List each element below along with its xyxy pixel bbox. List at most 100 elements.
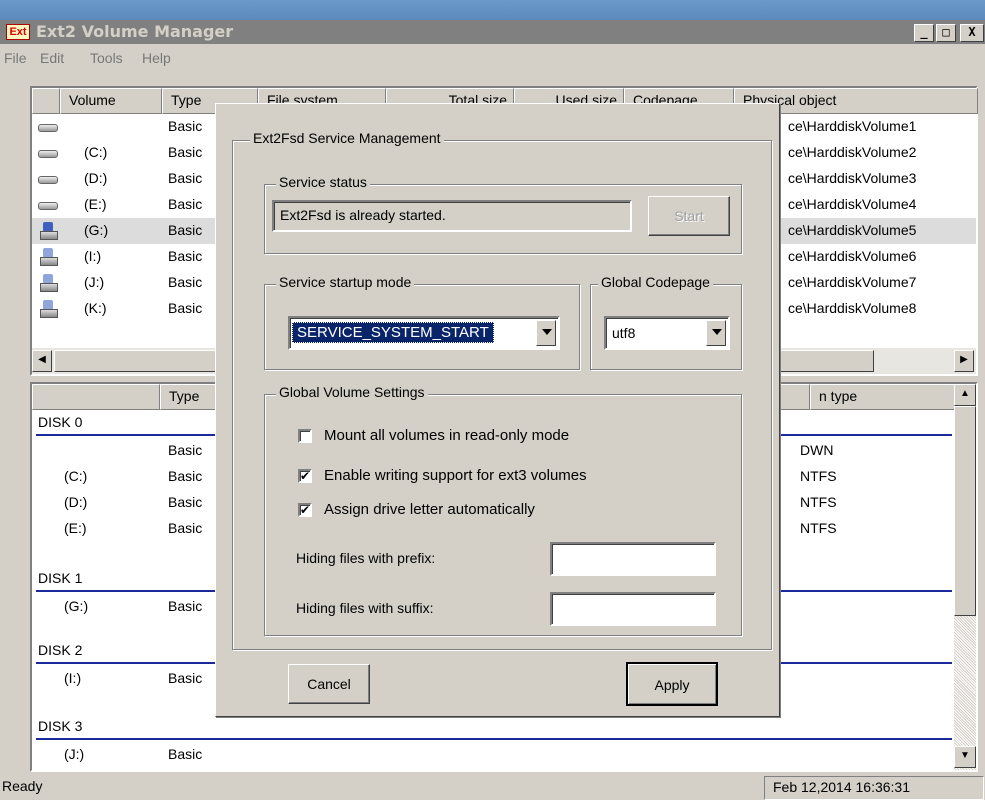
column-header-type[interactable]: Type [160, 384, 220, 410]
volume-name: (J:) [84, 274, 105, 290]
menu-edit[interactable]: Edit [40, 50, 64, 66]
volume-name: (C:) [84, 144, 108, 160]
column-header-partition-type[interactable]: n type [810, 384, 960, 410]
codepage-label: Global Codepage [598, 274, 713, 290]
vertical-scroll-thumb[interactable] [954, 406, 976, 616]
usb-disk-icon [40, 222, 58, 240]
volume-physical-object: ce\HarddiskVolume6 [788, 248, 917, 264]
maximize-button[interactable]: □ [936, 24, 956, 42]
menu-help[interactable]: Help [142, 50, 171, 66]
codepage-select[interactable]: utf8 [604, 316, 730, 350]
menu-file[interactable]: File [4, 50, 27, 66]
disk-2-label: DISK 2 [38, 642, 83, 658]
volume-type: Basic [168, 300, 203, 316]
partition-name: (C:) [64, 468, 88, 484]
readonly-label: Mount all volumes in read-only mode [324, 427, 570, 444]
usb-disk-icon [40, 300, 58, 318]
partition-fs: DWN [800, 442, 834, 458]
startup-mode-label: Service startup mode [276, 274, 415, 290]
partition-name: (I:) [64, 670, 82, 686]
ext3-write-checkbox[interactable]: ✔ [298, 469, 312, 483]
partition-type: Basic [168, 494, 203, 510]
readonly-checkbox[interactable] [298, 429, 312, 443]
start-button[interactable]: Start [648, 196, 730, 236]
hard-disk-icon [38, 147, 58, 158]
partition-name: (J:) [64, 746, 85, 762]
window-title: Ext2 Volume Manager [36, 22, 234, 41]
hard-disk-icon [38, 121, 58, 132]
startup-mode-select[interactable]: SERVICE_SYSTEM_START [288, 316, 560, 350]
volume-type: Basic [168, 118, 203, 134]
volume-name: (E:) [84, 196, 107, 212]
volume-physical-object: ce\HarddiskVolume8 [788, 300, 917, 316]
cancel-button[interactable]: Cancel [288, 664, 370, 704]
partition-type: Basic [168, 520, 203, 536]
codepage-value: utf8 [612, 325, 636, 341]
status-text: Ready [2, 778, 43, 794]
prefix-label: Hiding files with prefix: [296, 550, 436, 566]
volume-type: Basic [168, 170, 203, 186]
vertical-scrollbar[interactable]: ▲ ▼ [954, 384, 976, 770]
service-management-group-title: Ext2Fsd Service Management [250, 130, 444, 146]
partition-type: Basic [168, 598, 203, 614]
usb-disk-icon [40, 248, 58, 266]
volume-physical-object: ce\HarddiskVolume3 [788, 170, 917, 186]
scroll-up-arrow-icon[interactable]: ▲ [954, 384, 976, 406]
chevron-down-icon[interactable] [536, 320, 556, 346]
scroll-right-arrow-icon[interactable]: ▶ [954, 350, 974, 372]
scroll-left-arrow-icon[interactable]: ◀ [32, 350, 52, 372]
hard-disk-icon [38, 173, 58, 184]
volume-name: (K:) [84, 300, 107, 316]
status-datetime: Feb 12,2014 16:36:31 [764, 776, 984, 800]
volume-physical-object: ce\HarddiskVolume7 [788, 274, 917, 290]
column-header-icon[interactable] [32, 88, 60, 114]
partition-fs: NTFS [800, 520, 837, 536]
suffix-input[interactable] [550, 592, 716, 626]
partition-fs: NTFS [800, 494, 837, 510]
partition-name: (E:) [64, 520, 87, 536]
partition-name: (G:) [64, 598, 89, 614]
volume-physical-object: ce\HarddiskVolume5 [788, 222, 917, 238]
menu-tools[interactable]: Tools [90, 50, 123, 66]
volume-type: Basic [168, 274, 203, 290]
partition-type: Basic [168, 670, 203, 686]
chevron-down-icon[interactable] [706, 320, 726, 346]
apply-button[interactable]: Apply [626, 662, 718, 706]
usb-disk-icon [40, 274, 58, 292]
volume-physical-object: ce\HarddiskVolume2 [788, 144, 917, 160]
suffix-label: Hiding files with suffix: [296, 600, 434, 616]
volume-physical-object: ce\HarddiskVolume1 [788, 118, 917, 134]
volume-type: Basic [168, 144, 203, 160]
startup-mode-value: SERVICE_SYSTEM_START [292, 322, 494, 343]
ext3-write-label: Enable writing support for ext3 volumes [324, 467, 587, 484]
partition-type: Basic [168, 746, 203, 762]
service-status-field: Ext2Fsd is already started. [272, 200, 632, 232]
drive-letter-checkbox[interactable]: ✔ [298, 503, 312, 517]
volume-type: Basic [168, 222, 203, 238]
hard-disk-icon [38, 199, 58, 210]
prefix-input[interactable] [550, 542, 716, 576]
volume-settings-label: Global Volume Settings [276, 384, 428, 400]
volume-type: Basic [168, 196, 203, 212]
column-header-volume[interactable]: Volume [60, 88, 162, 114]
scroll-down-arrow-icon[interactable]: ▼ [954, 746, 976, 768]
disk-3-separator [36, 738, 952, 740]
status-bar: Ready Feb 12,2014 16:36:31 [0, 776, 985, 800]
partition-name: (D:) [64, 494, 88, 510]
service-management-dialog: Ext2Fsd Service Management Service statu… [215, 103, 780, 717]
volume-type: Basic [168, 248, 203, 264]
close-button[interactable]: X [960, 24, 984, 42]
app-icon: Ext [6, 24, 30, 40]
disk-1-label: DISK 1 [38, 570, 83, 586]
partition-fs: NTFS [800, 468, 837, 484]
volume-name: (G:) [84, 222, 109, 238]
column-header-disk[interactable] [32, 384, 160, 410]
partition-type: Basic [168, 468, 203, 484]
minimize-button[interactable]: _ [914, 24, 934, 42]
disk-3-label: DISK 3 [38, 718, 83, 734]
volume-name: (I:) [84, 248, 102, 264]
volume-name: (D:) [84, 170, 108, 186]
volume-physical-object: ce\HarddiskVolume4 [788, 196, 917, 212]
partition-type: Basic [168, 442, 203, 458]
disk-0-label: DISK 0 [38, 414, 83, 430]
